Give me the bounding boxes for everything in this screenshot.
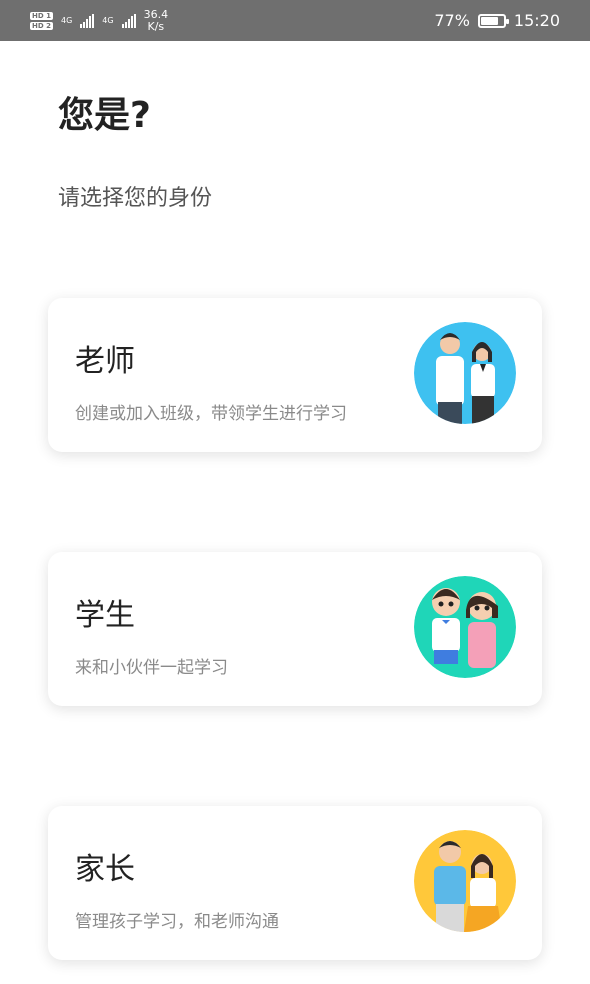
network-speed: 36.4 K/s [143,7,169,33]
speed-value: 36.4 [143,7,169,21]
sim1-badge: HD 1 [30,11,53,20]
role-card-student[interactable]: 学生 来和小伙伴一起学习 [48,552,542,706]
battery-percent: 77% [434,11,470,30]
page-title: 您是? [58,95,151,136]
signal-icon [80,13,95,28]
role-name: 老师 [75,344,135,379]
sim2-badge: HD 2 [30,21,53,30]
battery-icon [477,13,509,28]
status-left: HD 1 HD 2 4G 4G 36.4 K/s [30,7,169,33]
role-name: 学生 [75,598,135,633]
role-card-teacher[interactable]: 老师 创建或加入班级，带领学生进行学习 [48,298,542,452]
role-description: 来和小伙伴一起学习 [75,658,228,678]
role-description: 创建或加入班级，带领学生进行学习 [75,404,347,424]
clock: 15:20 [513,11,560,30]
speed-unit: K/s [147,19,165,33]
battery-level [480,16,498,25]
page-subtitle: 请选择您的身份 [58,186,213,211]
status-bar: HD 1 HD 2 4G 4G 36.4 K/s 77% 15:20 [0,0,590,41]
parent-couple-icon [414,830,516,932]
role-description: 管理孩子学习，和老师沟通 [75,912,279,932]
teacher-couple-icon [414,322,516,424]
student-pair-icon [414,576,516,678]
net1-label: 4G [60,16,73,25]
sim-indicators: HD 1 HD 2 [30,11,53,30]
net2-label: 4G [102,16,114,25]
status-right: 77% 15:20 [434,11,560,30]
role-name: 家长 [75,852,135,887]
signal-icon-2 [121,13,136,28]
role-card-parent[interactable]: 家长 管理孩子学习，和老师沟通 [48,806,542,960]
